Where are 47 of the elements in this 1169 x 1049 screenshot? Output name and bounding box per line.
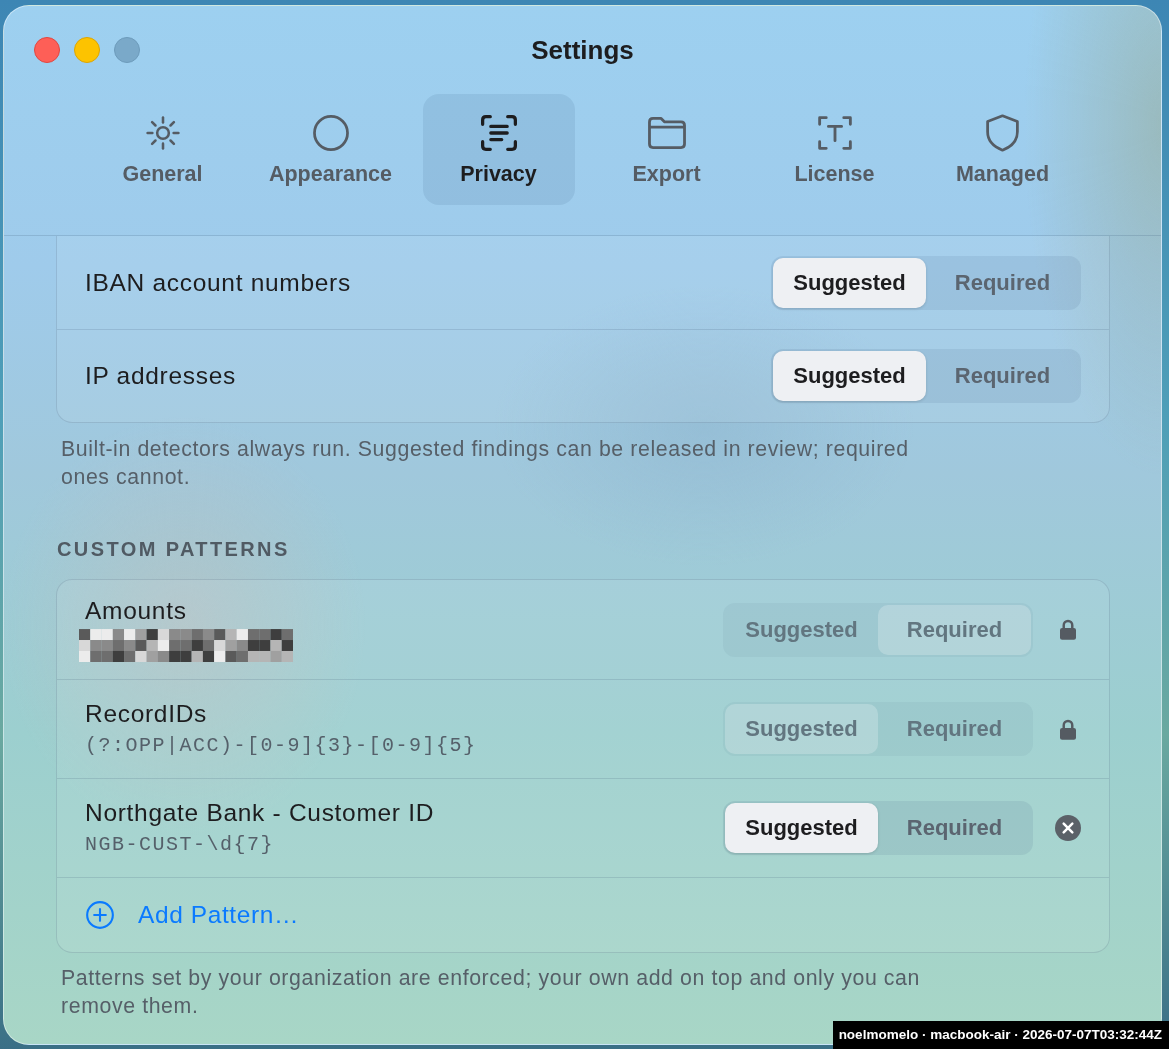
segment-option[interactable]: Required (878, 704, 1031, 754)
sun-icon (145, 116, 180, 150)
window-title: Settings (531, 34, 634, 65)
segment-option[interactable]: Suggested (773, 257, 926, 308)
section-heading: CUSTOM PATTERNS (57, 537, 291, 561)
toolbar-tab[interactable]: Appearance (254, 94, 407, 205)
add-pattern-button[interactable]: Add Pattern… (86, 901, 300, 929)
segmented-control[interactable]: Suggested Required (723, 801, 1033, 855)
close-button[interactable] (34, 37, 60, 63)
segment-option[interactable]: Required (878, 604, 1031, 655)
zoom-button[interactable] (114, 37, 140, 63)
segmented-control[interactable]: Suggested Required (771, 255, 1081, 310)
toolbar-tab[interactable]: Privacy (422, 94, 575, 205)
segment-option[interactable]: Suggested (725, 604, 878, 655)
minimize-button[interactable] (74, 37, 100, 63)
segment-option[interactable]: Required (878, 803, 1031, 853)
pattern-name: Northgate Bank - Customer ID (85, 799, 436, 827)
detector-label: IP addresses (85, 362, 237, 390)
x-circle-icon[interactable] (1055, 815, 1081, 841)
segment-option[interactable]: Suggested (725, 704, 878, 754)
segmented-control[interactable]: Suggested Required (771, 349, 1081, 403)
footnote-text: Patterns set by your organization are enforced; your own add on top and only you can remove them. (60, 965, 921, 1020)
toolbar-tab[interactable]: Managed (926, 94, 1079, 205)
segmented-control[interactable]: Suggested Required (723, 702, 1033, 756)
capture-label: noelmomelo · macbook-air · 2026-07-07T03:32:44Z (832, 1021, 1169, 1049)
segment-option[interactable]: Required (926, 257, 1079, 308)
toolbar-tab[interactable]: Export (590, 94, 743, 205)
pattern-name: Amounts (85, 597, 188, 625)
segment-option[interactable]: Suggested (725, 803, 878, 853)
shield-icon (986, 114, 1019, 152)
footnote-text: Built-in detectors always run. Suggested findings can be released in review; required ones cannot. (60, 436, 910, 491)
segment-option[interactable]: Required (926, 351, 1079, 401)
text-frame-icon (817, 116, 852, 150)
pattern-name: RecordIDs (85, 700, 209, 728)
segment-option[interactable]: Suggested (773, 351, 926, 401)
plus-circle-icon (86, 901, 114, 929)
circle-icon (312, 115, 349, 151)
folder-icon (647, 117, 686, 149)
text-scan-icon (480, 115, 517, 151)
lock-icon (1060, 718, 1076, 740)
toolbar-tab[interactable]: License (758, 94, 911, 205)
segmented-control[interactable]: Suggested Required (723, 602, 1033, 657)
pattern-regex: (?:OPP|ACC)-[0-9]{3}-[0-9]{5} (85, 734, 478, 758)
detector-label: IBAN account numbers (85, 268, 352, 297)
toolbar-tab[interactable]: General (86, 94, 239, 205)
lock-icon (1060, 619, 1076, 640)
pattern-regex: NGB-CUST-\d{7} (85, 833, 276, 857)
